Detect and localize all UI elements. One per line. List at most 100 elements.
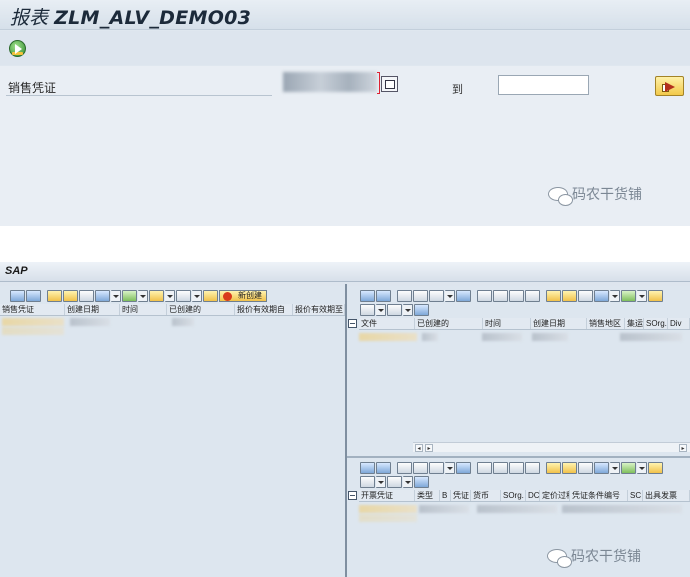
sort-ascending-icon[interactable] bbox=[546, 290, 561, 302]
sum-dropdown-icon[interactable] bbox=[637, 290, 647, 302]
export-icon[interactable] bbox=[176, 290, 191, 302]
sum-dropdown-icon[interactable] bbox=[138, 290, 148, 302]
column-header[interactable]: 定价过程 bbox=[540, 490, 570, 501]
export-dropdown-icon[interactable] bbox=[376, 476, 386, 488]
paste-icon[interactable] bbox=[429, 290, 444, 302]
left-grid-row[interactable] bbox=[2, 327, 64, 335]
select-all-icon[interactable] bbox=[348, 319, 357, 328]
arrow-exit-icon[interactable] bbox=[655, 76, 684, 96]
cut-icon[interactable] bbox=[397, 290, 412, 302]
column-header[interactable]: 开票凭证 bbox=[359, 490, 415, 501]
details-icon[interactable] bbox=[360, 290, 375, 302]
left-grid-row[interactable] bbox=[2, 318, 64, 326]
copy-icon[interactable] bbox=[413, 290, 428, 302]
find-icon[interactable] bbox=[578, 462, 593, 474]
layout-icon[interactable] bbox=[387, 476, 402, 488]
insert-row-icon[interactable] bbox=[493, 462, 508, 474]
new-create-button[interactable]: 新创建 bbox=[219, 290, 267, 302]
append-row-icon[interactable] bbox=[477, 290, 492, 302]
column-header[interactable]: SOrg. bbox=[644, 318, 668, 329]
column-header[interactable]: 创建日期 bbox=[531, 318, 587, 329]
column-header[interactable]: 货币 bbox=[471, 490, 501, 501]
column-header[interactable]: 创建日期 bbox=[65, 304, 120, 315]
layout-dropdown-icon[interactable] bbox=[403, 304, 413, 316]
column-header[interactable]: 出具发票 bbox=[643, 490, 690, 501]
filter-dropdown-icon[interactable] bbox=[610, 290, 620, 302]
find-icon[interactable] bbox=[578, 290, 593, 302]
paste-dropdown-icon[interactable] bbox=[445, 290, 455, 302]
sort-descending-icon[interactable] bbox=[562, 462, 577, 474]
refresh-icon[interactable] bbox=[376, 462, 391, 474]
column-header[interactable]: 销售凭证 bbox=[0, 304, 65, 315]
scroll-left-icon[interactable]: ◂ bbox=[415, 444, 423, 452]
print-dropdown-icon[interactable] bbox=[165, 290, 175, 302]
scroll-right-icon[interactable]: ▸ bbox=[425, 444, 433, 452]
duplicate-row-icon[interactable] bbox=[525, 290, 540, 302]
column-header[interactable]: 凭证 bbox=[451, 490, 471, 501]
info-icon[interactable] bbox=[414, 476, 429, 488]
insert-row-icon[interactable] bbox=[493, 290, 508, 302]
column-header[interactable]: B bbox=[440, 490, 451, 501]
duplicate-row-icon[interactable] bbox=[525, 462, 540, 474]
copy-icon[interactable] bbox=[413, 462, 428, 474]
print-icon[interactable] bbox=[149, 290, 164, 302]
sum-dropdown-icon[interactable] bbox=[637, 462, 647, 474]
sort-ascending-icon[interactable] bbox=[546, 462, 561, 474]
filter-dropdown-icon[interactable] bbox=[610, 462, 620, 474]
layout-dropdown-icon[interactable] bbox=[403, 476, 413, 488]
column-header[interactable]: SC bbox=[628, 490, 643, 501]
layout-icon[interactable] bbox=[387, 304, 402, 316]
export-icon[interactable] bbox=[360, 476, 375, 488]
paste-icon[interactable] bbox=[429, 462, 444, 474]
layout-icon[interactable] bbox=[203, 290, 218, 302]
find-icon[interactable] bbox=[79, 290, 94, 302]
refresh-icon[interactable] bbox=[26, 290, 41, 302]
scroll-end-icon[interactable]: ▸ bbox=[679, 444, 687, 452]
column-header[interactable]: 文件 bbox=[359, 318, 415, 329]
filter-dropdown-icon[interactable] bbox=[111, 290, 121, 302]
column-header[interactable]: 集运 bbox=[625, 318, 644, 329]
filter-icon[interactable] bbox=[594, 290, 609, 302]
refresh-icon[interactable] bbox=[376, 290, 391, 302]
right-top-horizontal-scrollbar[interactable]: ◂ ▸ ▸ bbox=[413, 442, 690, 452]
right-top-grid-row[interactable] bbox=[359, 333, 417, 341]
column-header[interactable]: SOrg. bbox=[501, 490, 526, 501]
export-dropdown-icon[interactable] bbox=[192, 290, 202, 302]
column-header[interactable]: 时间 bbox=[120, 304, 167, 315]
details-icon[interactable] bbox=[360, 462, 375, 474]
sum-icon[interactable] bbox=[122, 290, 137, 302]
column-header[interactable]: 凭证条件编号 bbox=[570, 490, 628, 501]
right-bottom-grid-row[interactable] bbox=[359, 505, 417, 513]
filter-icon[interactable] bbox=[594, 462, 609, 474]
sales-document-from-input[interactable] bbox=[283, 72, 377, 92]
select-all-icon[interactable] bbox=[348, 491, 357, 500]
cut-icon[interactable] bbox=[397, 462, 412, 474]
export-icon[interactable] bbox=[360, 304, 375, 316]
delete-row-icon[interactable] bbox=[509, 290, 524, 302]
delete-row-icon[interactable] bbox=[509, 462, 524, 474]
sales-document-to-input[interactable] bbox=[498, 75, 589, 95]
column-header[interactable]: 时间 bbox=[483, 318, 531, 329]
column-header[interactable]: 已创建的 bbox=[415, 318, 483, 329]
sort-descending-icon[interactable] bbox=[63, 290, 78, 302]
column-header[interactable]: 报价有效期至 bbox=[293, 304, 345, 315]
sort-ascending-icon[interactable] bbox=[47, 290, 62, 302]
sum-icon[interactable] bbox=[621, 290, 636, 302]
sum-icon[interactable] bbox=[621, 462, 636, 474]
print-icon[interactable] bbox=[648, 462, 663, 474]
undo-icon[interactable] bbox=[456, 462, 471, 474]
info-icon[interactable] bbox=[414, 304, 429, 316]
column-header[interactable]: 销售地区 bbox=[587, 318, 625, 329]
sort-descending-icon[interactable] bbox=[562, 290, 577, 302]
paste-dropdown-icon[interactable] bbox=[445, 462, 455, 474]
execute-icon[interactable] bbox=[9, 40, 26, 57]
column-header[interactable]: 类型 bbox=[415, 490, 440, 501]
column-header[interactable]: 报价有效期自 bbox=[235, 304, 293, 315]
column-header[interactable]: 已创建的 bbox=[167, 304, 235, 315]
right-bottom-grid-row[interactable] bbox=[359, 514, 417, 522]
export-dropdown-icon[interactable] bbox=[376, 304, 386, 316]
print-icon[interactable] bbox=[648, 290, 663, 302]
filter-icon[interactable] bbox=[95, 290, 110, 302]
multiple-selection-icon[interactable] bbox=[381, 76, 398, 92]
append-row-icon[interactable] bbox=[477, 462, 492, 474]
